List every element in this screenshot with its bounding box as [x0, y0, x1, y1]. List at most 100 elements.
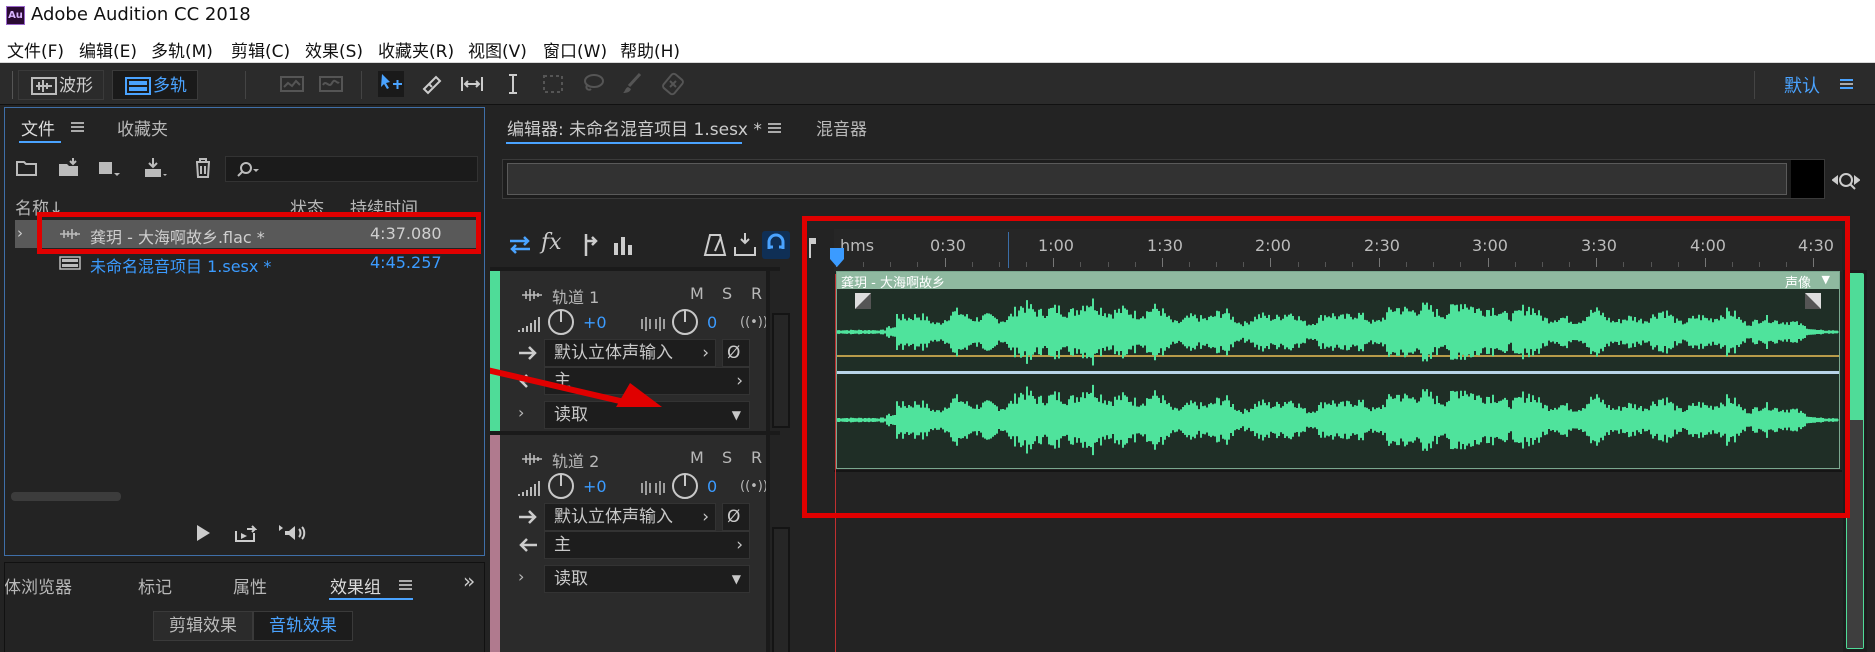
workspace-menu-icon[interactable] [1840, 79, 1853, 89]
effects-panel-menu-icon[interactable] [399, 580, 412, 590]
track-2-name[interactable]: 轨道 2 [552, 448, 599, 472]
menu-favorites[interactable]: 收藏夹(R) [378, 37, 454, 62]
razor-tool-icon[interactable] [419, 71, 445, 97]
track-2-record-button[interactable]: R [751, 448, 762, 467]
more-tabs-icon[interactable]: » [463, 569, 475, 593]
insert-into-multitrack-icon[interactable] [143, 156, 167, 180]
toolbar-separator [361, 71, 362, 99]
spot-healing-tool-icon[interactable] [660, 71, 686, 97]
track-2-level-meter [772, 527, 790, 652]
navigator-end [1791, 160, 1824, 198]
track-2-solo-button[interactable]: S [722, 448, 732, 467]
track-2-input-label: 默认立体声输入 [554, 507, 673, 527]
toolbar: 波形 多轨 默认 [0, 63, 1875, 105]
session-file-icon [59, 256, 81, 270]
highlight-box [37, 212, 481, 254]
waveform-view-icon [31, 77, 57, 95]
auto-play-icon[interactable] [277, 521, 309, 545]
track-2-output-select[interactable]: 主 › [544, 531, 750, 559]
files-panel-menu-icon[interactable] [71, 122, 84, 132]
horizontal-scrollbar[interactable] [11, 492, 121, 501]
track-2-pan-value[interactable]: 0 [707, 477, 717, 496]
menu-file[interactable]: 文件(F) [7, 37, 64, 62]
input-arrow-icon [519, 510, 537, 524]
waveform-view-label: 波形 [59, 76, 93, 96]
pan-icon [641, 481, 665, 495]
active-tab-underline [19, 141, 61, 143]
app-logo-icon: Au [6, 6, 25, 25]
search-icon [237, 162, 259, 177]
tab-mixer[interactable]: 混音器 [816, 115, 867, 140]
window-title: Adobe Audition CC 2018 [31, 4, 251, 25]
track-2-stereo-icon[interactable]: ((•)) [740, 479, 768, 494]
toolbar-grip [12, 71, 13, 99]
active-tab-underline [329, 598, 413, 600]
track-2-automation-label: 读取 [554, 569, 588, 589]
menu-help[interactable]: 帮助(H) [620, 37, 680, 62]
lasso-tool-icon[interactable] [580, 71, 606, 97]
move-tool-icon[interactable] [378, 71, 404, 97]
multitrack-view-button[interactable]: 多轨 [112, 70, 198, 100]
menu-bar: 文件(F) 编辑(E) 多轨(M) 剪辑(C) 效果(S) 收藏夹(R) 视图(… [0, 31, 1875, 63]
new-file-icon[interactable] [97, 156, 121, 180]
track-2-expand-chevron-icon[interactable]: › [518, 567, 524, 586]
track-header-divider [766, 435, 770, 652]
clip-effects-tab[interactable]: 剪辑效果 [153, 611, 253, 641]
brush-tool-icon[interactable] [620, 71, 646, 97]
spectral-pitch-icon[interactable] [318, 71, 344, 97]
loop-playback-icon[interactable] [233, 521, 257, 545]
track-2-volume-value[interactable]: +0 [583, 477, 607, 496]
import-file-icon[interactable] [57, 156, 81, 180]
tab-effects-rack[interactable]: 效果组 [330, 573, 381, 598]
files-panel: 文件 收藏夹 名称↓ 状态 持续时间 › 龚玥 - 大海啊故乡.flac * 4… [4, 107, 485, 556]
zoom-navigator-icon[interactable] [1832, 167, 1860, 195]
waveform-view-button[interactable]: 波形 [18, 70, 104, 100]
slip-tool-icon[interactable] [459, 71, 485, 97]
marquee-tool-icon[interactable] [540, 71, 566, 97]
track-2-header: 轨道 2 M S R +0 0 ((•)) 默认立体声输入 › Ø 主 › › 读取… [500, 435, 768, 652]
multitrack-view-label: 多轨 [153, 76, 187, 96]
chevron-right-icon: › [702, 507, 709, 527]
track-2-phase-invert-button[interactable]: Ø [722, 503, 750, 531]
tab-favorites[interactable]: 收藏夹 [117, 115, 168, 140]
title-bar: Au Adobe Audition CC 2018 [0, 0, 1875, 31]
output-arrow-icon [519, 538, 537, 552]
files-search-input[interactable] [225, 156, 478, 182]
time-selection-tool-icon[interactable] [500, 71, 526, 97]
tab-files[interactable]: 文件 [21, 115, 55, 140]
menu-multitrack[interactable]: 多轨(M) [151, 37, 213, 62]
tab-markers[interactable]: 标记 [138, 573, 172, 598]
expand-chevron-icon[interactable]: › [17, 224, 23, 242]
workspace-selector[interactable]: 默认 [1784, 72, 1820, 98]
multitrack-view-icon [125, 77, 151, 95]
tab-properties[interactable]: 属性 [233, 573, 267, 598]
track-2-automation-select[interactable]: 读取 ▼ [544, 565, 750, 593]
phase-invert-icon: Ø [727, 507, 741, 527]
annotation-arrow [490, 367, 662, 407]
track-2-color-strip[interactable] [490, 435, 500, 652]
volume-icon [518, 481, 540, 496]
track-1-automation-label: 读取 [554, 405, 588, 425]
effects-panel-tabs: 媒体浏览器 标记 属性 效果组 » [5, 563, 484, 601]
chevron-down-icon: ▼ [731, 572, 741, 586]
play-icon[interactable] [191, 521, 215, 545]
menu-effects[interactable]: 效果(S) [305, 37, 363, 62]
spectral-frequency-icon[interactable] [279, 71, 305, 97]
track-2-mute-button[interactable]: M [690, 448, 704, 467]
menu-window[interactable]: 窗口(W) [543, 37, 607, 62]
tab-media-browser[interactable]: 媒体浏览器 [5, 573, 72, 598]
toolbar-separator [1754, 71, 1755, 99]
menu-clip[interactable]: 剪辑(C) [231, 37, 290, 62]
delete-icon[interactable] [191, 156, 215, 180]
file-duration: 4:45.257 [370, 253, 442, 272]
effects-panel: 媒体浏览器 标记 属性 效果组 » 剪辑效果 音轨效果 [4, 562, 485, 652]
track-2-volume-knob[interactable] [548, 473, 574, 499]
track-2-input-select[interactable]: 默认立体声输入 › [544, 503, 716, 531]
open-file-icon[interactable] [15, 156, 39, 180]
track-effects-tab[interactable]: 音轨效果 [253, 611, 353, 641]
chevron-right-icon: › [736, 535, 743, 555]
menu-edit[interactable]: 编辑(E) [79, 37, 137, 62]
track-2-pan-knob[interactable] [672, 473, 698, 499]
menu-view[interactable]: 视图(V) [468, 37, 527, 62]
track-2-audio-icon [522, 453, 542, 465]
